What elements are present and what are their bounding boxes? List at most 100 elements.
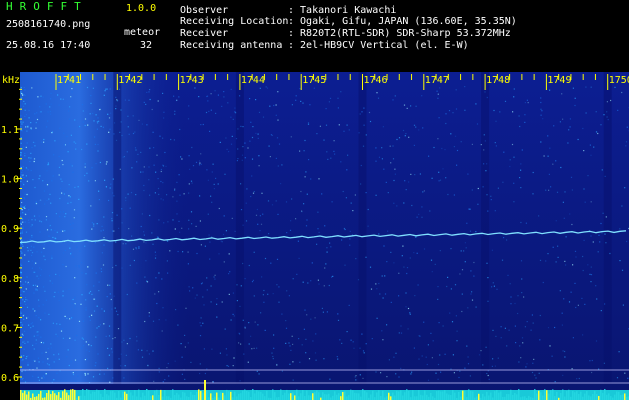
baseline-bar (300, 393, 302, 400)
noise-dot (299, 361, 301, 363)
noise-dot (316, 133, 318, 135)
noise-dot (606, 101, 608, 103)
noise-dot (23, 348, 25, 350)
baseline-bar (524, 396, 526, 400)
noise-dot (300, 100, 302, 102)
noise-dot (241, 159, 243, 161)
noise-dot (487, 374, 489, 377)
noise-dot (317, 211, 319, 213)
noise-dot (244, 142, 246, 144)
noise-dot (531, 314, 533, 316)
noise-dot (191, 223, 193, 225)
noise-dot (418, 129, 420, 131)
noise-dot (362, 145, 365, 147)
noise-dot (590, 235, 592, 237)
noise-dot (273, 347, 275, 349)
noise-dot (349, 238, 351, 240)
noise-dot (337, 319, 340, 321)
noise-dot (485, 170, 487, 172)
noise-dot (27, 355, 29, 357)
noise-dot (381, 275, 383, 277)
noise-dot (63, 193, 65, 195)
noise-dot (188, 228, 190, 230)
baseline-bar (362, 389, 364, 400)
noise-dot (33, 348, 35, 350)
noise-dot (237, 148, 239, 150)
noise-dot (52, 322, 54, 324)
noise-dot (230, 143, 233, 145)
noise-dot (326, 311, 328, 313)
baseline-bar (594, 390, 596, 400)
noise-dot (41, 377, 43, 379)
noise-dot (269, 105, 271, 107)
baseline-bar (372, 390, 374, 400)
noise-dot (115, 241, 117, 243)
noise-dot (86, 284, 88, 286)
noise-dot (245, 202, 247, 204)
noise-dot (354, 194, 356, 196)
noise-dot (404, 135, 406, 137)
noise-dot (486, 163, 488, 165)
noise-dot (96, 128, 98, 130)
noise-dot (91, 314, 93, 316)
noise-dot (34, 113, 36, 115)
noise-dot (492, 329, 494, 331)
noise-dot (555, 160, 557, 162)
noise-dot (488, 378, 490, 380)
noise-dot (39, 111, 41, 113)
noise-dot (265, 86, 267, 88)
baseline-bar (312, 393, 314, 400)
noise-dot (236, 284, 238, 286)
noise-dot (359, 347, 361, 349)
noise-dot (48, 313, 50, 315)
noise-dot (560, 166, 562, 169)
noise-dot (28, 248, 30, 250)
noise-dot (87, 373, 89, 375)
noise-dot (22, 212, 24, 214)
baseline-bar (388, 392, 390, 400)
noise-dot (20, 86, 22, 89)
noise-dot (24, 205, 26, 207)
noise-dot (445, 113, 447, 115)
noise-dot (477, 203, 479, 205)
noise-dot (195, 225, 197, 227)
noise-dot (437, 97, 439, 99)
noise-dot (303, 150, 305, 152)
noise-dot (22, 94, 24, 96)
noise-dot (23, 291, 25, 293)
noise-dot (20, 212, 22, 214)
noise-dot (168, 375, 170, 377)
baseline-bar (356, 393, 358, 400)
noise-dot (266, 87, 269, 89)
noise-dot (46, 229, 49, 231)
noise-dot (20, 152, 22, 154)
baseline-bar (398, 391, 400, 400)
noise-dot (430, 332, 432, 334)
noise-dot (132, 132, 135, 135)
noise-dot (84, 245, 86, 247)
noise-dot (113, 122, 116, 124)
noise-dot (495, 120, 497, 122)
noise-dot (99, 161, 101, 164)
noise-dot (157, 187, 160, 190)
baseline-bar (68, 395, 70, 400)
noise-dot (118, 227, 120, 229)
noise-dot (42, 375, 44, 377)
noise-dot (589, 360, 591, 362)
baseline-bar (158, 394, 160, 400)
noise-dot (54, 239, 56, 241)
noise-dot (345, 197, 347, 199)
baseline-bar (122, 391, 124, 400)
noise-dot (542, 118, 544, 120)
noise-dot (163, 111, 165, 113)
noise-dot (469, 230, 472, 232)
noise-dot (276, 137, 279, 139)
noise-dot (315, 359, 317, 361)
noise-dot (464, 367, 466, 369)
baseline-bar (234, 391, 236, 400)
noise-dot (477, 187, 479, 190)
baseline-bar (600, 389, 602, 400)
noise-dot (140, 171, 142, 173)
noise-dot (521, 337, 524, 339)
baseline-bar (596, 394, 598, 400)
